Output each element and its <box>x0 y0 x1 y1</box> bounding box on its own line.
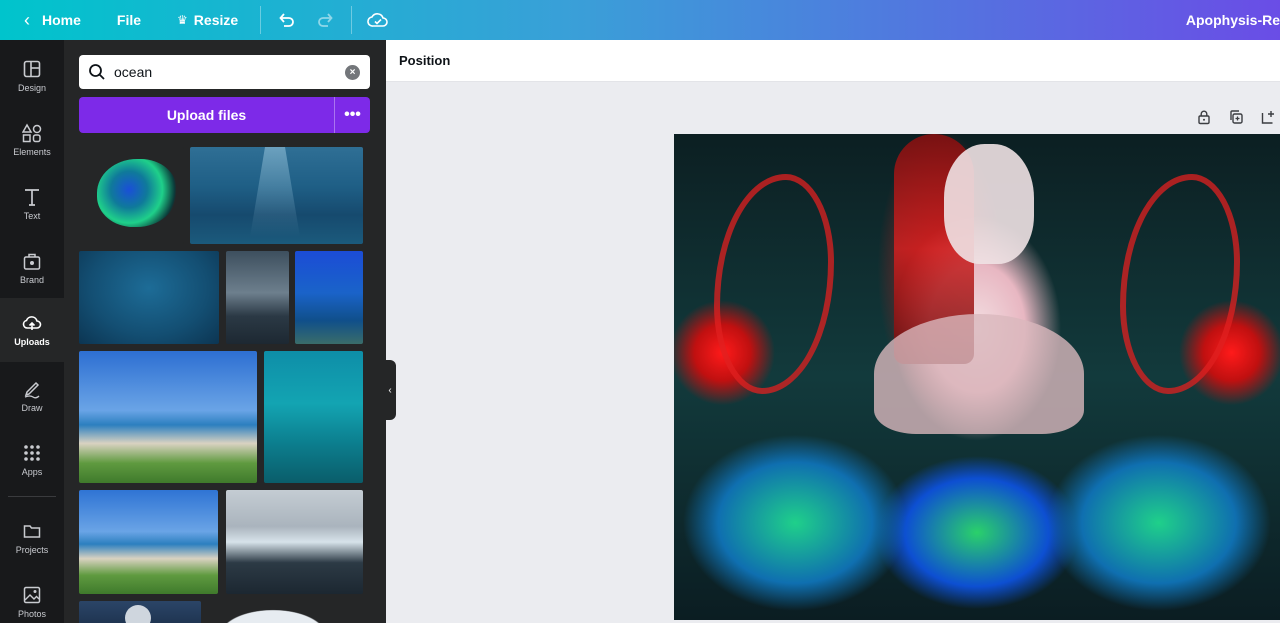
cloud-saved-icon[interactable] <box>366 0 390 40</box>
artwork-figure-face <box>944 144 1034 264</box>
uploads-panel: × Upload files ••• <box>64 40 386 623</box>
search-box: × <box>79 55 370 89</box>
back-chevron-icon[interactable]: ‹ <box>24 0 30 40</box>
file-menu-button[interactable]: File <box>117 0 141 40</box>
rail-item-projects[interactable]: Projects <box>0 506 64 570</box>
rail-item-apps[interactable]: Apps <box>0 428 64 492</box>
elements-icon <box>22 123 42 143</box>
rail-item-elements[interactable]: Elements <box>0 108 64 172</box>
draw-icon <box>24 381 40 399</box>
rail-divider <box>8 496 56 497</box>
artwork-red-leaf-right <box>1120 174 1240 394</box>
upload-thumbnail-moon[interactable] <box>79 601 201 623</box>
lock-icon[interactable] <box>1192 107 1216 127</box>
top-bar: ‹ Home File ♛ Resize Apophysis-Re <box>0 0 1280 40</box>
rail-label-apps: Apps <box>21 467 43 477</box>
upload-thumbnail-stormy-sea[interactable] <box>226 251 289 344</box>
fractal-fish-image <box>97 159 177 227</box>
rail-item-design[interactable]: Design <box>0 44 64 108</box>
page-actions <box>1192 107 1280 127</box>
design-icon <box>23 60 41 78</box>
upload-thumbnail-palm-beach[interactable] <box>79 351 257 483</box>
rail-label-photos: Photos <box>17 609 47 619</box>
position-button[interactable]: Position <box>399 53 450 68</box>
rail-label-uploads: Uploads <box>14 337 50 347</box>
clear-search-icon[interactable]: × <box>345 65 360 80</box>
rail-label-draw: Draw <box>21 403 43 413</box>
collapse-panel-handle[interactable]: ‹ <box>384 360 396 420</box>
search-icon <box>89 64 105 80</box>
brand-icon <box>23 253 41 270</box>
search-input[interactable] <box>114 64 334 80</box>
rail-label-design: Design <box>17 83 46 93</box>
folder-icon <box>23 525 41 538</box>
resize-button[interactable]: ♛ Resize <box>177 0 238 40</box>
photos-icon <box>23 586 41 604</box>
resize-label: Resize <box>193 12 239 28</box>
upload-files-button[interactable]: Upload files <box>79 97 334 133</box>
rail-label-brand: Brand <box>19 275 45 285</box>
rail-item-uploads[interactable]: Uploads <box>0 298 64 362</box>
upload-thumbnail-palm-beach-2[interactable] <box>79 490 218 594</box>
add-page-icon[interactable] <box>1256 107 1280 127</box>
rail-item-draw[interactable]: Draw <box>0 364 64 428</box>
crown-icon: ♛ <box>177 13 188 27</box>
upload-thumbnail-underwater-rays[interactable] <box>190 147 363 244</box>
upload-files-button-group: Upload files ••• <box>79 97 370 133</box>
rail-item-brand[interactable]: Brand <box>0 236 64 300</box>
design-canvas-fractal-artwork[interactable] <box>674 134 1280 620</box>
home-button[interactable]: Home <box>42 0 81 40</box>
upload-cloud-icon <box>22 316 42 330</box>
artwork-figure-shoulders <box>874 314 1084 434</box>
design-title[interactable]: Apophysis-Re <box>1186 0 1280 40</box>
upload-thumbnail-deep-blue[interactable] <box>79 251 219 344</box>
upload-thumbnail-sea-turtle[interactable] <box>264 351 363 483</box>
undo-icon[interactable] <box>275 0 297 40</box>
editor-toolbar: Position <box>386 40 1280 82</box>
rail-label-projects: Projects <box>15 545 49 555</box>
rail-label-elements: Elements <box>13 147 51 157</box>
upload-thumbnail-underwater-scene[interactable] <box>295 251 363 344</box>
upload-thumbnail-fractal-fish[interactable] <box>79 147 184 244</box>
text-icon <box>25 189 39 206</box>
rail-item-text[interactable]: Text <box>0 172 64 236</box>
upload-thumbnail-white-orb[interactable] <box>212 606 334 623</box>
redo-icon[interactable] <box>315 0 337 40</box>
duplicate-page-icon[interactable] <box>1224 107 1248 127</box>
rail-label-text: Text <box>23 211 41 221</box>
toolbar-divider <box>351 6 353 34</box>
upload-thumbnail-iceberg[interactable] <box>226 490 363 594</box>
apps-icon <box>24 445 40 461</box>
rail-item-photos[interactable]: Photos <box>0 570 64 623</box>
left-navigation-rail: Design Elements Text Brand Uploads Draw … <box>0 40 64 623</box>
more-options-button[interactable]: ••• <box>334 97 370 133</box>
artwork-red-leaf-left <box>714 174 834 394</box>
toolbar-divider <box>260 6 262 34</box>
